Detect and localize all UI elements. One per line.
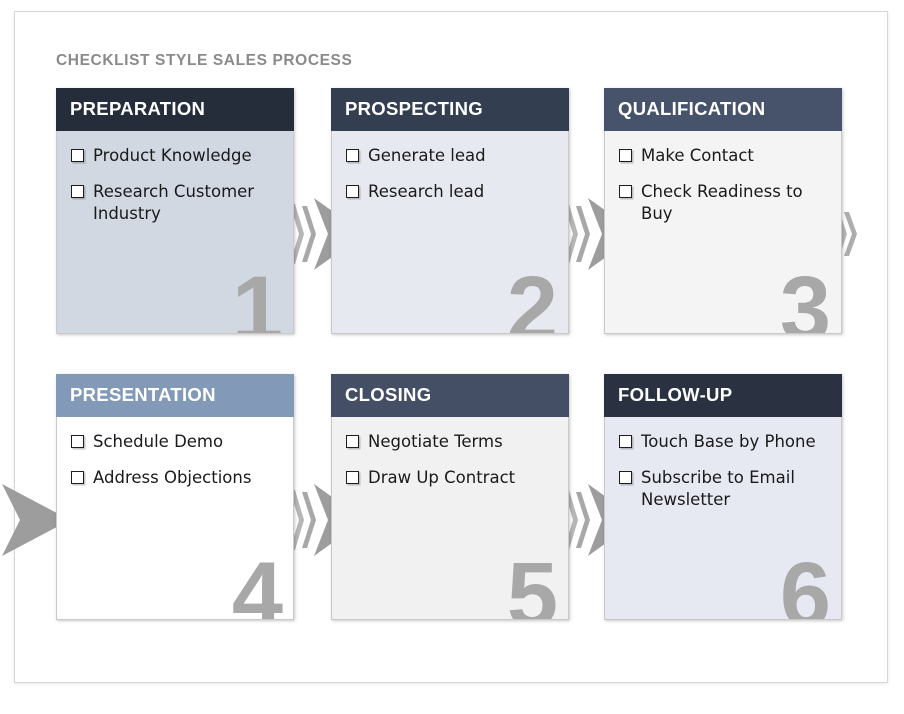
card-header-label: CLOSING (345, 384, 432, 406)
checklist: Generate lead Research lead (346, 145, 558, 203)
step-number: 2 (506, 258, 558, 334)
checklist-item-label: Research Customer Industry (93, 181, 255, 223)
process-step-card[interactable]: PRESENTATION Schedule Demo Address Objec… (56, 374, 294, 620)
card-header-label: PREPARATION (70, 98, 206, 120)
checklist-item-label: Generate lead (368, 146, 486, 165)
card-body: Schedule Demo Address Objections 4 (56, 417, 294, 620)
checklist-item[interactable]: Subscribe to Email Newsletter (619, 467, 831, 511)
checklist-item[interactable]: Negotiate Terms (346, 431, 558, 453)
checkbox-icon[interactable] (619, 184, 632, 198)
checklist: Negotiate Terms Draw Up Contract (346, 431, 558, 489)
process-step-card[interactable]: FOLLOW-UP Touch Base by Phone Subscribe … (604, 374, 842, 620)
checkbox-icon[interactable] (71, 149, 84, 162)
card-header-label: PRESENTATION (70, 384, 216, 406)
checklist-item-label: Check Readiness to Buy (641, 181, 803, 223)
step-number: 1 (231, 258, 283, 334)
checkbox-icon[interactable] (619, 435, 632, 448)
checkbox-icon[interactable] (71, 184, 84, 198)
checklist-item-label: Make Contact (641, 146, 754, 165)
checklist-item[interactable]: Schedule Demo (71, 431, 283, 453)
checklist: Make Contact Check Readiness to Buy (619, 145, 831, 225)
checklist-item-label: Subscribe to Email Newsletter (641, 467, 795, 509)
checklist: Touch Base by Phone Subscribe to Email N… (619, 431, 831, 511)
checkbox-icon[interactable] (346, 149, 359, 162)
card-header-label: PROSPECTING (345, 98, 483, 120)
step-number: 5 (506, 544, 558, 620)
checkbox-icon[interactable] (71, 435, 84, 448)
card-header-label: QUALIFICATION (618, 98, 766, 120)
step-number: 4 (231, 544, 283, 620)
card-header: CLOSING (331, 374, 569, 417)
checklist: Schedule Demo Address Objections (71, 431, 283, 489)
checklist-item[interactable]: Research Customer Industry (71, 181, 283, 225)
card-header: QUALIFICATION (604, 88, 842, 131)
card-body: Negotiate Terms Draw Up Contract 5 (331, 417, 569, 620)
checklist-item-label: Touch Base by Phone (641, 432, 816, 451)
card-header-label: FOLLOW-UP (618, 384, 733, 406)
checklist-item-label: Draw Up Contract (368, 467, 516, 487)
checklist-item-label: Product Knowledge (93, 146, 252, 165)
card-header: FOLLOW-UP (604, 374, 842, 417)
card-header: PREPARATION (56, 88, 294, 131)
card-header: PROSPECTING (331, 88, 569, 131)
checkbox-icon[interactable] (346, 184, 359, 198)
process-step-card[interactable]: PREPARATION Product Knowledge Research C… (56, 88, 294, 334)
process-step-card[interactable]: CLOSING Negotiate Terms Draw Up Contract… (331, 374, 569, 620)
checklist-item-label: Research lead (368, 181, 485, 201)
checklist-item[interactable]: Check Readiness to Buy (619, 181, 831, 225)
page-title: CHECKLIST STYLE SALES PROCESS (56, 52, 353, 69)
checklist-item-label: Schedule Demo (93, 432, 224, 451)
checklist-item-label: Negotiate Terms (368, 432, 503, 451)
checklist-item[interactable]: Product Knowledge (71, 145, 283, 167)
checklist: Product Knowledge Research Customer Indu… (71, 145, 283, 225)
checklist-item[interactable]: Draw Up Contract (346, 467, 558, 489)
checklist-item[interactable]: Research lead (346, 181, 558, 203)
step-number: 3 (779, 258, 831, 334)
checkbox-icon[interactable] (619, 149, 632, 162)
checkbox-icon[interactable] (346, 435, 359, 448)
checklist-item[interactable]: Address Objections (71, 467, 283, 489)
step-number: 6 (779, 544, 831, 620)
checklist-item-label: Address Objections (93, 467, 252, 487)
card-body: Touch Base by Phone Subscribe to Email N… (604, 417, 842, 620)
checklist-item[interactable]: Make Contact (619, 145, 831, 167)
checklist-item[interactable]: Generate lead (346, 145, 558, 167)
process-step-card[interactable]: QUALIFICATION Make Contact Check Readine… (604, 88, 842, 334)
card-body: Product Knowledge Research Customer Indu… (56, 131, 294, 334)
card-body: Generate lead Research lead 2 (331, 131, 569, 334)
process-step-card[interactable]: PROSPECTING Generate lead Research lead … (331, 88, 569, 334)
card-body: Make Contact Check Readiness to Buy 3 (604, 131, 842, 334)
card-header: PRESENTATION (56, 374, 294, 417)
checkbox-icon[interactable] (71, 470, 84, 484)
checkbox-icon[interactable] (346, 470, 359, 484)
checklist-item[interactable]: Touch Base by Phone (619, 431, 831, 453)
checkbox-icon[interactable] (619, 470, 632, 484)
